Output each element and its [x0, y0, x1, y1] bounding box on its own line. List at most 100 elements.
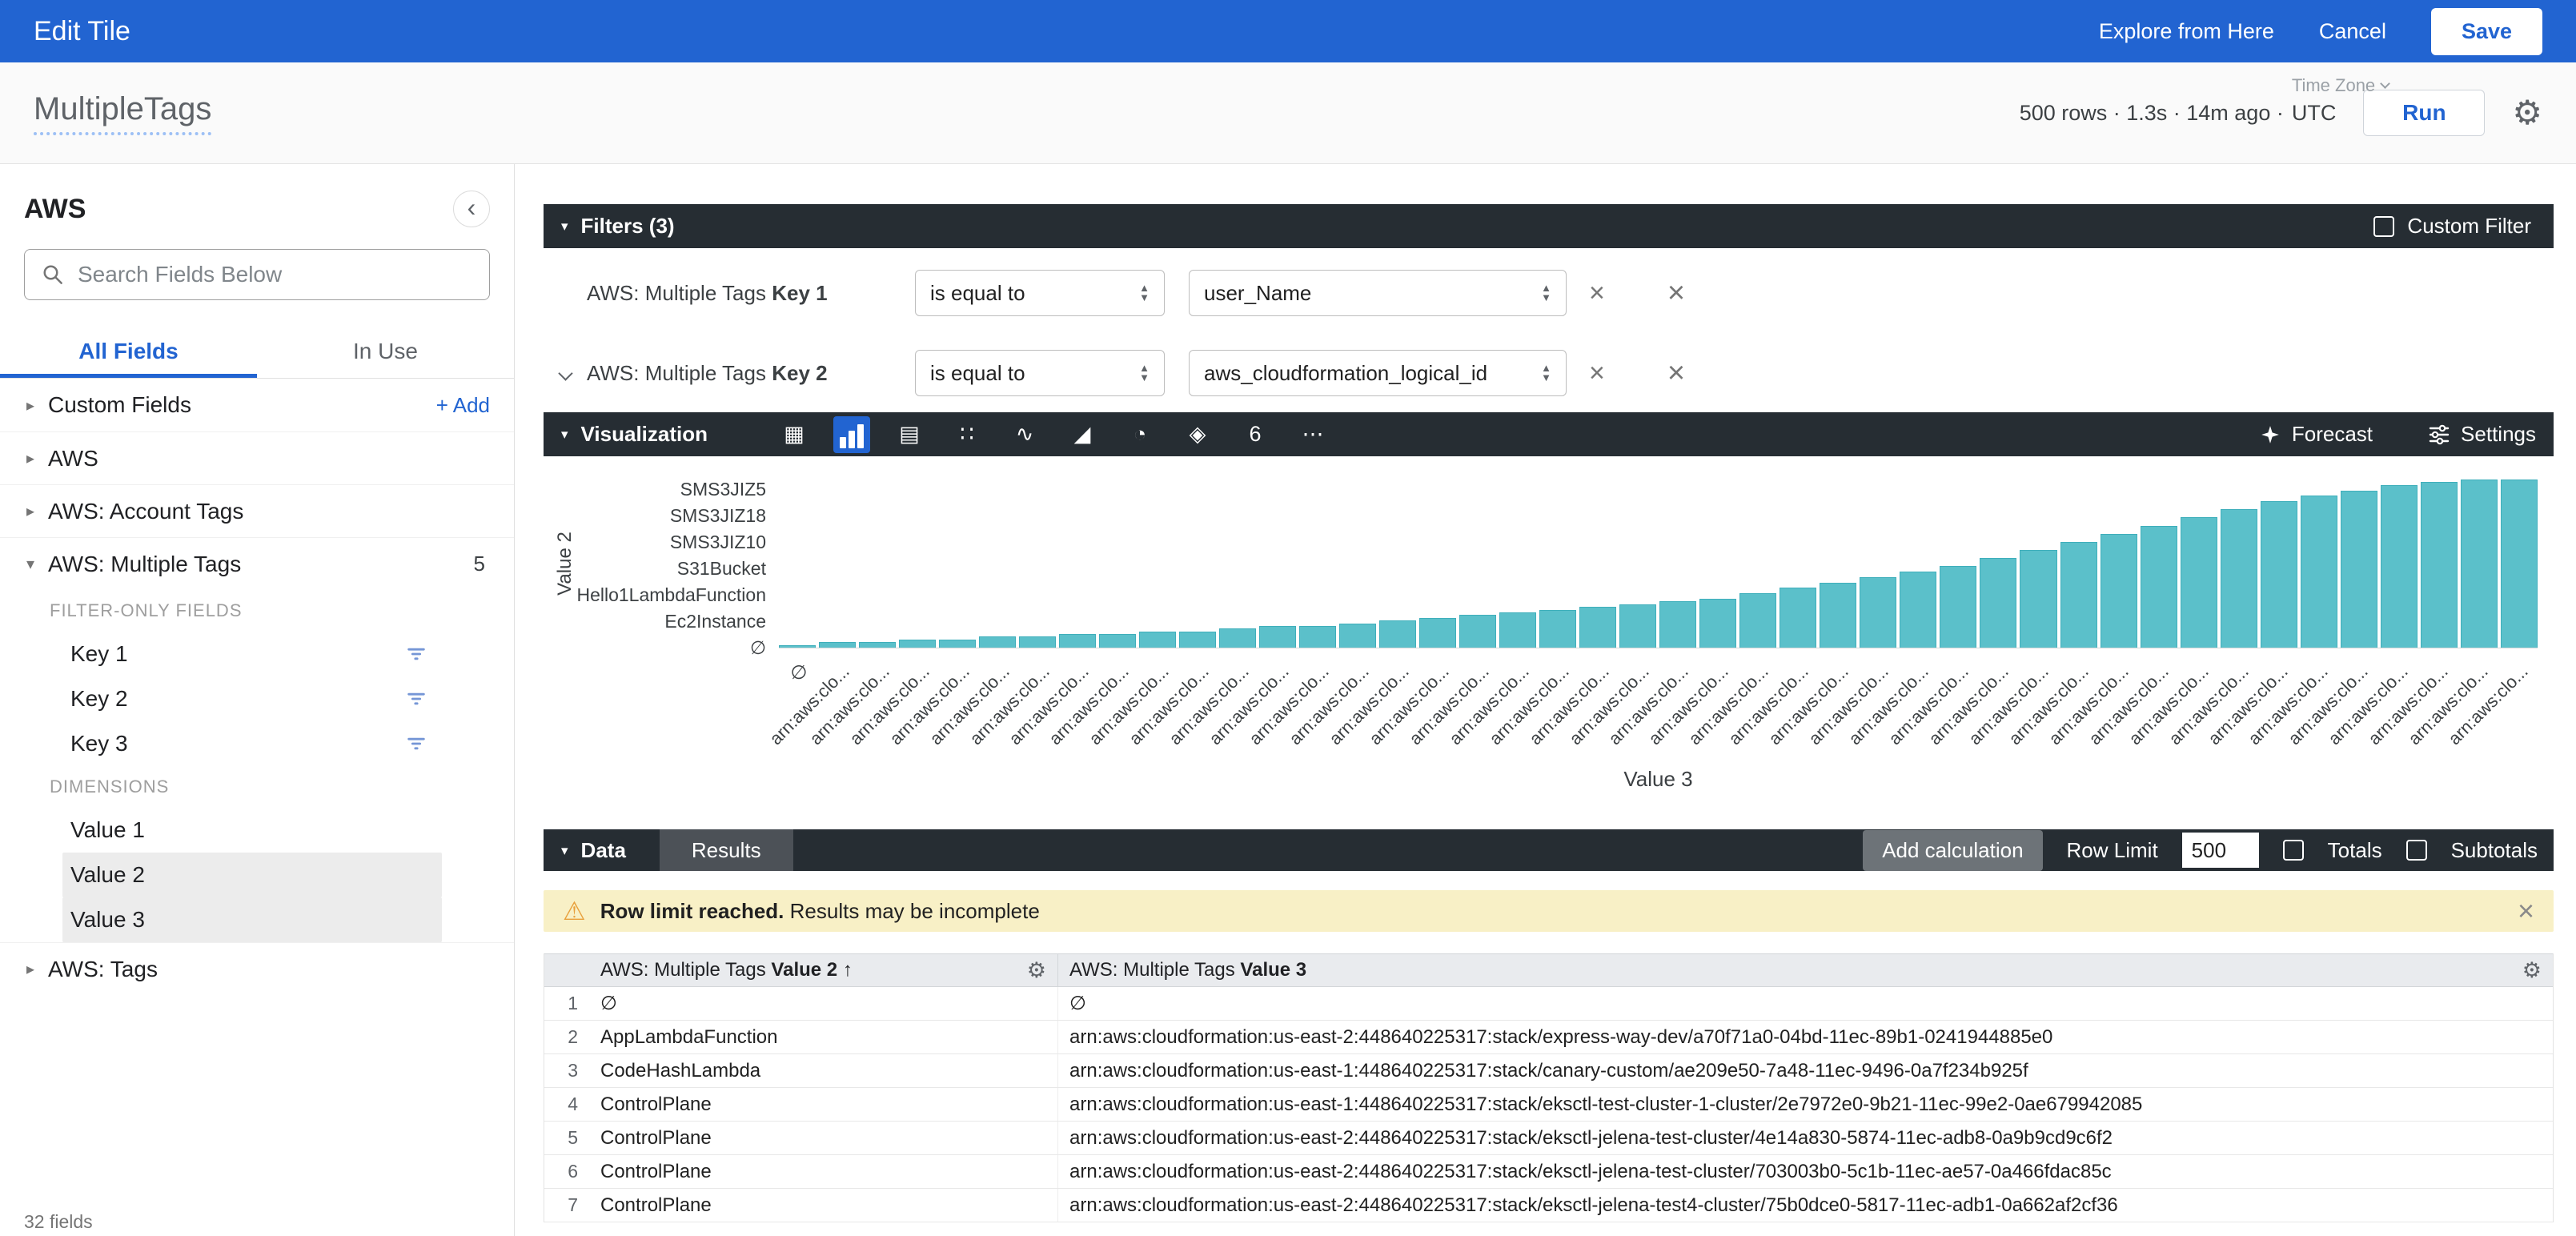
chart-bar[interactable]	[779, 645, 816, 648]
chart-bar[interactable]	[939, 640, 976, 648]
chart-bar[interactable]	[2020, 550, 2056, 648]
chart-bar[interactable]	[1940, 566, 1976, 648]
chart-bar[interactable]	[1339, 624, 1376, 648]
timezone-selector[interactable]: Time Zone UTC	[2292, 101, 2337, 126]
chart-bar[interactable]	[1980, 558, 2016, 648]
sidebar-field-key-2[interactable]: Key 2	[0, 676, 514, 721]
forecast-button[interactable]: Forecast	[2260, 422, 2373, 447]
tab-results[interactable]: Results	[660, 829, 793, 871]
chart-bar[interactable]	[1379, 620, 1416, 648]
chart-bar[interactable]	[1820, 583, 1856, 648]
timezone-label[interactable]: Time Zone	[2292, 75, 2389, 96]
caret-right-icon[interactable]: ▸	[13, 448, 48, 468]
chart-bar[interactable]	[1659, 601, 1696, 648]
sidebar-field-key-3[interactable]: Key 3	[0, 721, 514, 766]
table-row[interactable]: 7ControlPlanearn:aws:cloudformation:us-e…	[544, 1189, 2553, 1222]
table-row[interactable]: 5ControlPlanearn:aws:cloudformation:us-e…	[544, 1122, 2553, 1155]
clear-filter-value-icon[interactable]: ×	[1589, 279, 1605, 307]
caret-right-icon[interactable]: ▸	[13, 959, 48, 979]
remove-filter-icon[interactable]: ×	[1667, 358, 1685, 388]
row-limit-input[interactable]	[2182, 833, 2259, 868]
chart-bar[interactable]	[899, 640, 936, 648]
sidebar-group-aws-tags[interactable]: ▸AWS: Tags	[0, 942, 514, 995]
chart-bar[interactable]	[1419, 618, 1456, 648]
chart-bar[interactable]	[2381, 485, 2418, 648]
chart-bar[interactable]	[2421, 482, 2458, 648]
add-calculation-button[interactable]: Add calculation	[1863, 830, 2042, 871]
save-button[interactable]: Save	[2431, 8, 2542, 55]
chart-bar[interactable]	[2461, 480, 2498, 648]
chart-bar[interactable]	[979, 636, 1016, 648]
bar-chart-icon[interactable]: ▤	[891, 416, 928, 453]
chart-bar[interactable]	[1499, 612, 1536, 648]
column-chart-icon[interactable]	[833, 416, 870, 453]
table-row[interactable]: 3CodeHashLambdaarn:aws:cloudformation:us…	[544, 1054, 2553, 1088]
sidebar-field-value-3[interactable]: Value 3	[62, 897, 442, 942]
chart-bar[interactable]	[2181, 517, 2217, 648]
subtotals-checkbox[interactable]	[2406, 840, 2427, 861]
run-button[interactable]: Run	[2363, 90, 2485, 136]
chart-bar[interactable]	[1019, 636, 1056, 648]
caret-down-icon[interactable]: ▾	[13, 554, 48, 574]
sidebar-group-aws-multiple-tags[interactable]: ▾AWS: Multiple Tags5	[0, 537, 514, 590]
chart-bar[interactable]	[1459, 615, 1496, 648]
collapse-visualization-caret-icon[interactable]: ▾	[561, 427, 568, 441]
chart-bar[interactable]	[2101, 534, 2137, 648]
cancel-button[interactable]: Cancel	[2319, 19, 2386, 44]
chart-bar[interactable]	[1139, 632, 1176, 648]
more-icon[interactable]: ⋯	[1294, 416, 1331, 453]
chart-bar[interactable]	[1059, 634, 1096, 648]
table-row[interactable]: 1∅∅	[544, 987, 2553, 1021]
sidebar-group-aws-account-tags[interactable]: ▸AWS: Account Tags	[0, 484, 514, 537]
chart-bar[interactable]	[819, 642, 856, 648]
line-chart-icon[interactable]: ∿	[1006, 416, 1043, 453]
sidebar-group-custom-fields[interactable]: ▸Custom Fields+ Add	[0, 379, 514, 431]
collapse-sidebar-button[interactable]: ‹	[453, 191, 490, 227]
query-settings-gear-icon[interactable]: ⚙	[2512, 96, 2542, 130]
viz-settings-button[interactable]: Settings	[2429, 422, 2536, 447]
chart-bar[interactable]	[1619, 604, 1656, 648]
chart-bar[interactable]	[2301, 496, 2337, 648]
column-value2-gear-icon[interactable]: ⚙	[1027, 958, 1046, 983]
chart-bar[interactable]	[1900, 572, 1936, 648]
tile-title-editable[interactable]: MultipleTags	[34, 91, 211, 135]
column-value3-gear-icon[interactable]: ⚙	[2522, 958, 2542, 983]
chart-bar[interactable]	[1579, 607, 1616, 648]
table-row[interactable]: 2AppLambdaFunctionarn:aws:cloudformation…	[544, 1021, 2553, 1054]
filter-operator-select[interactable]: is equal to▲▼	[915, 270, 1165, 316]
chart-bar[interactable]	[2221, 509, 2257, 648]
caret-right-icon[interactable]: ▸	[13, 395, 48, 415]
clear-filter-value-icon[interactable]: ×	[1589, 359, 1605, 387]
collapse-filters-caret-icon[interactable]: ▾	[561, 219, 568, 233]
donut-chart-icon[interactable]: ◔	[1121, 416, 1158, 453]
chart-bar[interactable]	[1699, 599, 1736, 648]
chart-bar[interactable]	[1739, 593, 1776, 648]
area-chart-icon[interactable]: ◢	[1064, 416, 1101, 453]
filter-value-select[interactable]: aws_cloudformation_logical_id▲▼	[1189, 350, 1567, 396]
sidebar-field-value-1[interactable]: Value 1	[0, 808, 514, 853]
chart-bar[interactable]	[2261, 501, 2297, 648]
chart-bar[interactable]	[1860, 577, 1896, 648]
sidebar-field-key-1[interactable]: Key 1	[0, 632, 514, 676]
sort-ascending-icon[interactable]: ↑	[843, 959, 853, 981]
filter-expand-chevron-icon[interactable]	[544, 368, 587, 379]
column-header-value2[interactable]: AWS: Multiple Tags Value 2 ↑ ⚙	[589, 954, 1057, 986]
chart-bar[interactable]	[2060, 542, 2097, 648]
caret-right-icon[interactable]: ▸	[13, 501, 48, 521]
chart-bar[interactable]	[859, 642, 896, 648]
table-icon[interactable]: ▦	[776, 416, 813, 453]
scatter-icon[interactable]: ∷	[949, 416, 985, 453]
filter-icon[interactable]	[405, 643, 427, 665]
filter-operator-select[interactable]: is equal to▲▼	[915, 350, 1165, 396]
collapse-data-caret-icon[interactable]: ▾	[561, 844, 568, 857]
custom-filter-checkbox[interactable]	[2373, 216, 2394, 237]
single-value-icon[interactable]: 6	[1237, 416, 1274, 453]
chart-bar[interactable]	[2501, 480, 2538, 648]
column-header-value3[interactable]: AWS: Multiple Tags Value 3 ⚙	[1057, 954, 2553, 986]
chart-bar[interactable]	[1099, 634, 1136, 648]
add-custom-field-button[interactable]: + Add	[436, 393, 490, 418]
sidebar-group-aws[interactable]: ▸AWS	[0, 431, 514, 484]
chart-bar[interactable]	[1179, 632, 1216, 648]
chart-bar[interactable]	[1299, 626, 1336, 648]
sidebar-field-value-2[interactable]: Value 2	[62, 853, 442, 897]
